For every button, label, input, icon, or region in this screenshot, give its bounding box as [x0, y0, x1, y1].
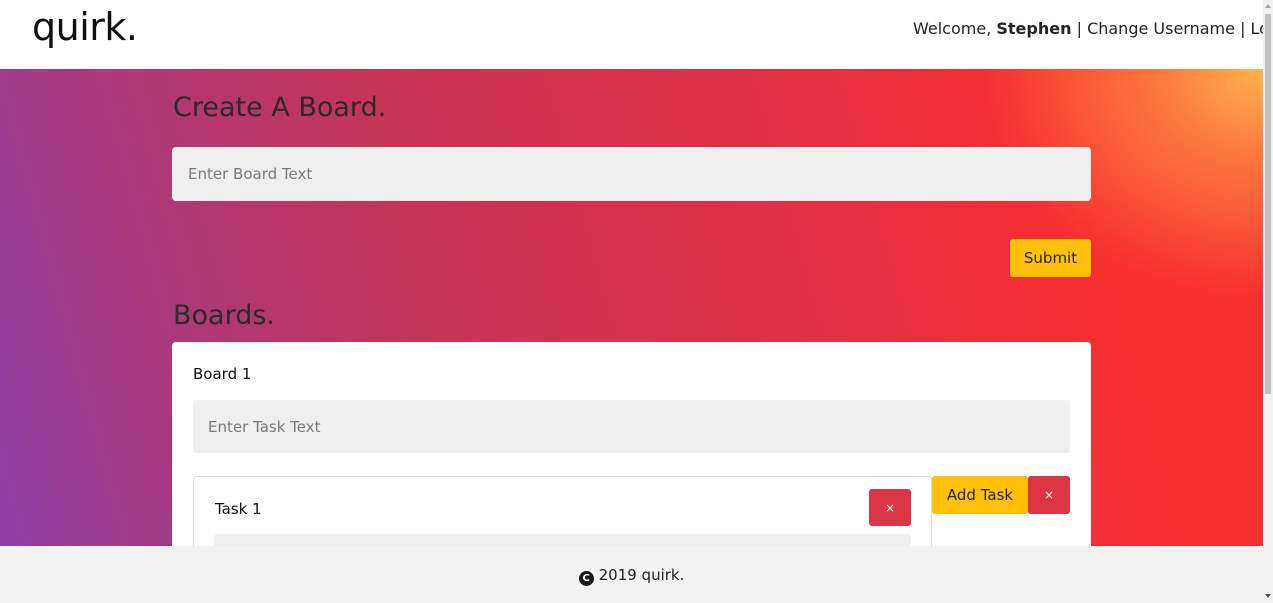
main-content: Create A Board. Submit Boards. Board 1 T… [0, 69, 1263, 546]
username-label: Stephen [996, 19, 1072, 38]
add-task-button[interactable]: Add Task [932, 476, 1028, 514]
board-text-input[interactable] [172, 147, 1091, 201]
brand-logo[interactable]: quirk. [32, 5, 138, 49]
navbar: quirk. Welcome, Stephen | Change Usernam… [0, 0, 1273, 69]
task-title: Task 1 [215, 500, 262, 518]
create-board-heading: Create A Board. [173, 92, 387, 123]
footer-text: 2019 quirk. [598, 566, 685, 584]
footer-copyright: C 2019 quirk. [0, 566, 1263, 586]
board-card: Board 1 Task 1 × Add Task × [172, 342, 1091, 546]
delete-board-button[interactable]: × [1028, 476, 1070, 514]
copyright-icon: C [578, 571, 594, 586]
page-scrollbar[interactable] [1263, 0, 1273, 603]
task-card: Task 1 × [193, 476, 932, 546]
scrollbar-thumb[interactable] [1265, 14, 1271, 394]
task-detail-field[interactable] [214, 534, 911, 546]
scroll-down-icon[interactable] [1265, 594, 1271, 598]
user-nav: Welcome, Stephen | Change Username | Log… [913, 19, 1273, 38]
nav-separator: | [1076, 19, 1082, 38]
change-username-link[interactable]: Change Username [1087, 19, 1235, 38]
welcome-text: Welcome, [913, 19, 992, 38]
board-title: Board 1 [193, 365, 252, 383]
nav-separator: | [1240, 19, 1246, 38]
submit-button[interactable]: Submit [1010, 239, 1091, 277]
task-text-input[interactable] [193, 400, 1070, 453]
scroll-up-icon[interactable] [1265, 4, 1271, 8]
delete-task-button[interactable]: × [869, 489, 911, 526]
footer: C 2019 quirk. [0, 546, 1263, 603]
boards-heading: Boards. [173, 300, 276, 331]
